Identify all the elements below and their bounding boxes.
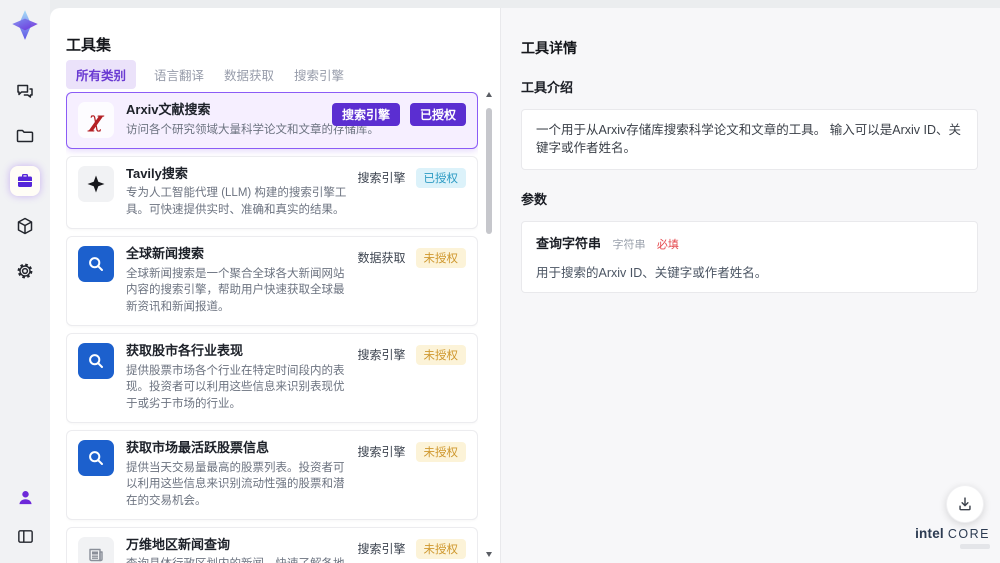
- tool-side: 搜索引擎 已授权: [357, 166, 466, 188]
- parameter-required-flag: 必填: [656, 239, 679, 252]
- tool-category-label: 搜索引擎: [357, 348, 406, 363]
- intro-box: 一个用于从Arxiv存储库搜索科学论文和文章的工具。 输入可以是Arxiv ID…: [521, 108, 978, 171]
- detail-panel-title: 工具详情: [521, 39, 577, 56]
- settings-gear-icon[interactable]: [10, 256, 40, 286]
- main-content: 工具集 所有类别 语言翻译 数据获取 搜索引擎 χ Arxiv文献搜索 访问各个…: [50, 8, 1000, 563]
- tool-list-panel: 工具集 所有类别 语言翻译 数据获取 搜索引擎 χ Arxiv文献搜索 访问各个…: [50, 8, 500, 563]
- download-icon: [959, 497, 971, 511]
- sidebar-nav: [0, 76, 50, 286]
- tool-category-label: 搜索引擎: [357, 171, 406, 186]
- tool-side: 搜索引擎 未授权: [357, 343, 466, 365]
- tool-list-item-regional-news[interactable]: 万维地区新闻查询 查询具体行政区划内的新闻，快速了解各地新闻动态 搜索引擎 未授…: [66, 526, 478, 563]
- intro-heading: 工具介绍: [521, 79, 574, 95]
- news-search-icon: [78, 245, 114, 282]
- tool-category-label: 搜索引擎: [357, 445, 406, 460]
- tool-text: 获取市场最活跃股票信息 提供当天交易量最高的股票列表。投资者可以利用这些信息来识…: [126, 440, 349, 510]
- stock-sector-search-icon: [78, 342, 114, 379]
- tool-side: 搜索引擎 未授权: [357, 440, 466, 462]
- tool-text: 获取股市各行业表现 提供股票市场各个行业在特定时间段内的表现。投资者可以利用这些…: [126, 343, 349, 413]
- tool-detail-panel: 工具详情 工具介绍 一个用于从Arxiv存储库搜索科学论文和文章的工具。 输入可…: [500, 8, 1000, 563]
- tool-list: χ Arxiv文献搜索 访问各个研究领域大量科学论文和文章的存储库。 搜索引擎 …: [66, 92, 478, 563]
- icon-sidebar: [0, 0, 50, 563]
- tool-name: Tavily搜索: [126, 165, 188, 181]
- tool-category-label: 数据获取: [357, 251, 406, 266]
- parameter-description: 用于搜索的Arxiv ID、关键字或作者姓名。: [536, 266, 768, 281]
- tool-description: 全球新闻搜索是一个聚合全球各大新闻网站内容的搜索引擎，帮助用户快速获取全球最新资…: [126, 267, 345, 314]
- tool-status-badge: 未授权: [415, 538, 466, 559]
- brand-primary: intel: [915, 526, 944, 541]
- tool-side: 数据获取 未授权: [357, 246, 466, 268]
- tool-category-badge: 搜索引擎: [331, 103, 400, 126]
- tool-status-badge: 已授权: [409, 103, 466, 126]
- tool-status-badge: 未授权: [415, 247, 466, 268]
- tab-language-translation[interactable]: 语言翻译: [152, 60, 206, 89]
- tool-description: 查询具体行政区划内的新闻，快速了解各地新闻动态: [126, 556, 349, 563]
- tool-description: 专为人工智能代理 (LLM) 构建的搜索引擎工具。可快速提供实时、准确和真实的结…: [126, 187, 347, 217]
- package-icon[interactable]: [10, 211, 40, 241]
- arxiv-glyph: χ: [88, 107, 104, 133]
- tool-status-badge: 已授权: [415, 167, 466, 188]
- intel-core-logo: intel core: [915, 526, 990, 549]
- scroll-down-arrow-icon[interactable]: [485, 552, 492, 557]
- folder-icon[interactable]: [10, 121, 40, 151]
- parameter-box: 查询字符串 字符串 必填 用于搜索的Arxiv ID、关键字或作者姓名。: [521, 221, 978, 294]
- tool-status-badge: 未授权: [415, 441, 466, 462]
- tool-status-badge: 未授权: [415, 344, 466, 365]
- tool-list-item-sector-performance[interactable]: 获取股市各行业表现 提供股票市场各个行业在特定时间段内的表现。投资者可以利用这些…: [66, 332, 478, 423]
- tool-list-item-tavily[interactable]: Tavily搜索 专为人工智能代理 (LLM) 构建的搜索引擎工具。可快速提供实…: [66, 155, 478, 229]
- category-tabs: 所有类别 语言翻译 数据获取 搜索引擎: [66, 60, 346, 89]
- arxiv-chi-icon: χ: [78, 102, 114, 138]
- tool-name: 获取股市各行业表现: [126, 342, 244, 358]
- tool-list-item-arxiv[interactable]: χ Arxiv文献搜索 访问各个研究领域大量科学论文和文章的存储库。 搜索引擎 …: [66, 92, 478, 149]
- tool-description: 提供当天交易量最高的股票列表。投资者可以利用这些信息来识别流动性强的股票和潜在的…: [126, 461, 345, 507]
- tool-name: 获取市场最活跃股票信息: [126, 439, 270, 455]
- list-scrollbar[interactable]: [485, 92, 493, 557]
- parameter-header: 查询字符串 字符串 必填: [536, 233, 963, 253]
- tool-list-item-most-active-stocks[interactable]: 获取市场最活跃股票信息 提供当天交易量最高的股票列表。投资者可以利用这些信息来识…: [66, 429, 478, 520]
- intro-text: 一个用于从Arxiv存储库搜索科学论文和文章的工具。 输入可以是Arxiv ID…: [536, 122, 962, 156]
- brand-secondary: core: [947, 527, 990, 541]
- toolbox-icon[interactable]: [10, 166, 40, 196]
- tool-category-label: 搜索引擎: [357, 542, 406, 557]
- download-button[interactable]: [946, 485, 984, 523]
- active-stocks-search-icon: [78, 439, 114, 476]
- tool-side: 搜索引擎 已授权: [331, 103, 466, 126]
- app-root: 工具集 所有类别 语言翻译 数据获取 搜索引擎 χ Arxiv文献搜索 访问各个…: [0, 0, 1000, 563]
- scrollbar-thumb[interactable]: [486, 108, 492, 234]
- tab-data-acquisition[interactable]: 数据获取: [222, 60, 276, 89]
- regional-newspaper-icon: [78, 536, 114, 563]
- tab-all-categories[interactable]: 所有类别: [66, 60, 137, 89]
- parameter-name: 查询字符串: [536, 236, 602, 252]
- tool-text: 全球新闻搜索 全球新闻搜索是一个聚合全球各大新闻网站内容的搜索引擎，帮助用户快速…: [126, 246, 349, 316]
- tool-side: 搜索引擎 未授权: [357, 537, 466, 559]
- tool-name: 全球新闻搜索: [126, 245, 205, 261]
- parameter-type: 字符串: [612, 239, 646, 252]
- tool-text: Tavily搜索 专为人工智能代理 (LLM) 构建的搜索引擎工具。可快速提供实…: [126, 166, 349, 219]
- scroll-up-arrow-icon[interactable]: [485, 92, 492, 97]
- gem-logo-icon[interactable]: [8, 8, 42, 42]
- user-avatar-icon[interactable]: [10, 482, 40, 512]
- tool-name: 万维地区新闻查询: [126, 536, 231, 552]
- params-heading: 参数: [521, 192, 548, 208]
- tool-description: 提供股票市场各个行业在特定时间段内的表现。投资者可以利用这些信息来识别表现优于或…: [126, 364, 345, 410]
- tool-text: 万维地区新闻查询 查询具体行政区划内的新闻，快速了解各地新闻动态: [126, 537, 349, 563]
- four-point-star-icon: [78, 165, 114, 202]
- sidebar-bottom: [0, 482, 50, 551]
- brand-watermark: [960, 544, 990, 549]
- page-title: 工具集: [66, 37, 112, 55]
- tab-search-engine[interactable]: 搜索引擎: [292, 60, 346, 89]
- panel-toggle-icon[interactable]: [10, 521, 40, 551]
- tool-list-item-global-news[interactable]: 全球新闻搜索 全球新闻搜索是一个聚合全球各大新闻网站内容的搜索引擎，帮助用户快速…: [66, 235, 478, 326]
- chat-icon[interactable]: [10, 76, 40, 106]
